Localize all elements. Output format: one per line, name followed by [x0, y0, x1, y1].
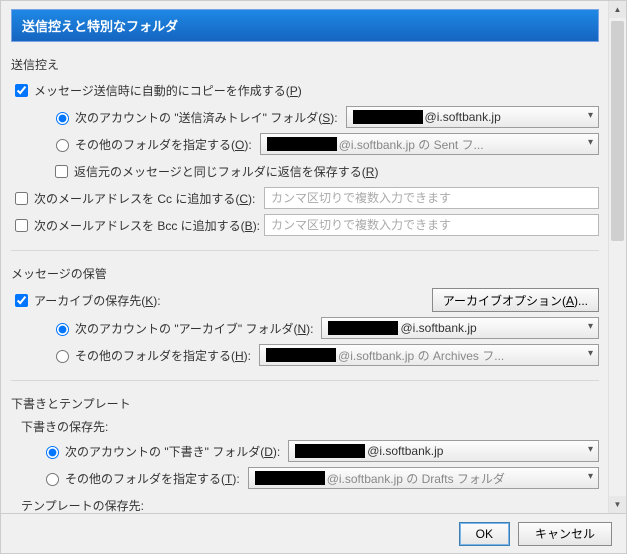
archive-folder-radio[interactable] [56, 323, 69, 336]
redacted-account [266, 348, 336, 362]
group-copies-label: 送信控え [11, 56, 599, 73]
dialog-button-bar: OK キャンセル [1, 513, 626, 553]
auto-copy-label: メッセージ送信時に自動的にコピーを作成する(P) [34, 82, 302, 99]
archive-folder-label: 次のアカウントの "アーカイブ" フォルダ(N): [75, 320, 313, 337]
archive-other-label: その他のフォルダを指定する(H): [75, 347, 251, 364]
redacted-account [353, 110, 423, 124]
section-header: 送信控えと特別なフォルダ [11, 9, 599, 42]
separator [11, 250, 599, 251]
bcc-label: 次のメールアドレスを Bcc に追加する(B): [34, 217, 264, 234]
cc-checkbox[interactable] [15, 192, 28, 205]
bcc-input[interactable] [264, 214, 599, 236]
sent-other-label: その他のフォルダを指定する(O): [75, 136, 252, 153]
sent-folder-radio[interactable] [56, 112, 69, 125]
drafts-sub-label: 下書きの保存先: [21, 418, 599, 435]
drafts-folder-label: 次のアカウントの "下書き" フォルダ(D): [65, 443, 280, 460]
templates-sub-label: テンプレートの保存先: [21, 497, 599, 513]
sent-other-radio[interactable] [56, 139, 69, 152]
drafts-folder-radio[interactable] [46, 446, 59, 459]
sent-folder-label: 次のアカウントの "送信済みトレイ" フォルダ(S): [75, 109, 338, 126]
sent-other-combo[interactable]: @i.softbank.jp の Sent フ... [260, 133, 599, 155]
archive-folder-row: 次のアカウントの "アーカイブ" フォルダ(N): @i.softbank.jp [51, 317, 599, 339]
sent-folder-row: 次のアカウントの "送信済みトレイ" フォルダ(S): @i.softbank.… [51, 106, 599, 128]
archive-other-radio[interactable] [56, 350, 69, 363]
archive-keep-label: アーカイブの保存先(K): [34, 292, 161, 309]
archive-options-button[interactable]: アーカイブオプション(A)... [432, 288, 599, 312]
sent-other-row: その他のフォルダを指定する(O): @i.softbank.jp の Sent … [51, 133, 599, 155]
cancel-button[interactable]: キャンセル [518, 522, 612, 546]
scroll-down-arrow-icon[interactable]: ▼ [609, 496, 626, 513]
vertical-scrollbar[interactable]: ▲ ▼ [608, 1, 626, 513]
separator [11, 380, 599, 381]
dialog-window: 送信控えと特別なフォルダ 送信控え メッセージ送信時に自動的にコピーを作成する(… [0, 0, 627, 554]
auto-copy-checkbox[interactable] [15, 84, 28, 97]
cc-label: 次のメールアドレスを Cc に追加する(C): [34, 190, 264, 207]
content-area: 送信控えと特別なフォルダ 送信控え メッセージ送信時に自動的にコピーを作成する(… [1, 1, 609, 513]
scroll-up-arrow-icon[interactable]: ▲ [609, 1, 626, 18]
bcc-checkbox[interactable] [15, 219, 28, 232]
bcc-row: 次のメールアドレスを Bcc に追加する(B): [11, 214, 599, 236]
reply-same-label: 返信元のメッセージと同じフォルダに返信を保存する(R) [74, 163, 378, 180]
drafts-folder-row: 次のアカウントの "下書き" フォルダ(D): @i.softbank.jp [41, 440, 599, 462]
drafts-other-label: その他のフォルダを指定する(T): [65, 470, 240, 487]
redacted-account [295, 444, 365, 458]
drafts-other-row: その他のフォルダを指定する(T): @i.softbank.jp の Draft… [41, 467, 599, 489]
cc-input[interactable] [264, 187, 599, 209]
auto-copy-row: メッセージ送信時に自動的にコピーを作成する(P) [11, 79, 599, 101]
ok-button[interactable]: OK [459, 522, 510, 546]
reply-same-row: 返信元のメッセージと同じフォルダに返信を保存する(R) [51, 160, 599, 182]
cc-row: 次のメールアドレスを Cc に追加する(C): [11, 187, 599, 209]
section-title: 送信控えと特別なフォルダ [22, 19, 178, 34]
group-drafts-label: 下書きとテンプレート [11, 395, 599, 412]
archive-other-row: その他のフォルダを指定する(H): @i.softbank.jp の Archi… [51, 344, 599, 366]
drafts-folder-combo[interactable]: @i.softbank.jp [288, 440, 599, 462]
archive-keep-row: アーカイブの保存先(K): アーカイブオプション(A)... [11, 288, 599, 312]
archive-folder-combo[interactable]: @i.softbank.jp [321, 317, 599, 339]
redacted-account [328, 321, 398, 335]
drafts-other-combo[interactable]: @i.softbank.jp の Drafts フォルダ [248, 467, 599, 489]
reply-same-checkbox[interactable] [55, 165, 68, 178]
drafts-other-radio[interactable] [46, 473, 59, 486]
scroll-thumb[interactable] [611, 21, 624, 241]
redacted-account [255, 471, 325, 485]
group-archive-label: メッセージの保管 [11, 265, 599, 282]
archive-other-combo[interactable]: @i.softbank.jp の Archives フ... [259, 344, 599, 366]
archive-keep-checkbox[interactable] [15, 294, 28, 307]
redacted-account [267, 137, 337, 151]
sent-folder-combo[interactable]: @i.softbank.jp [346, 106, 599, 128]
